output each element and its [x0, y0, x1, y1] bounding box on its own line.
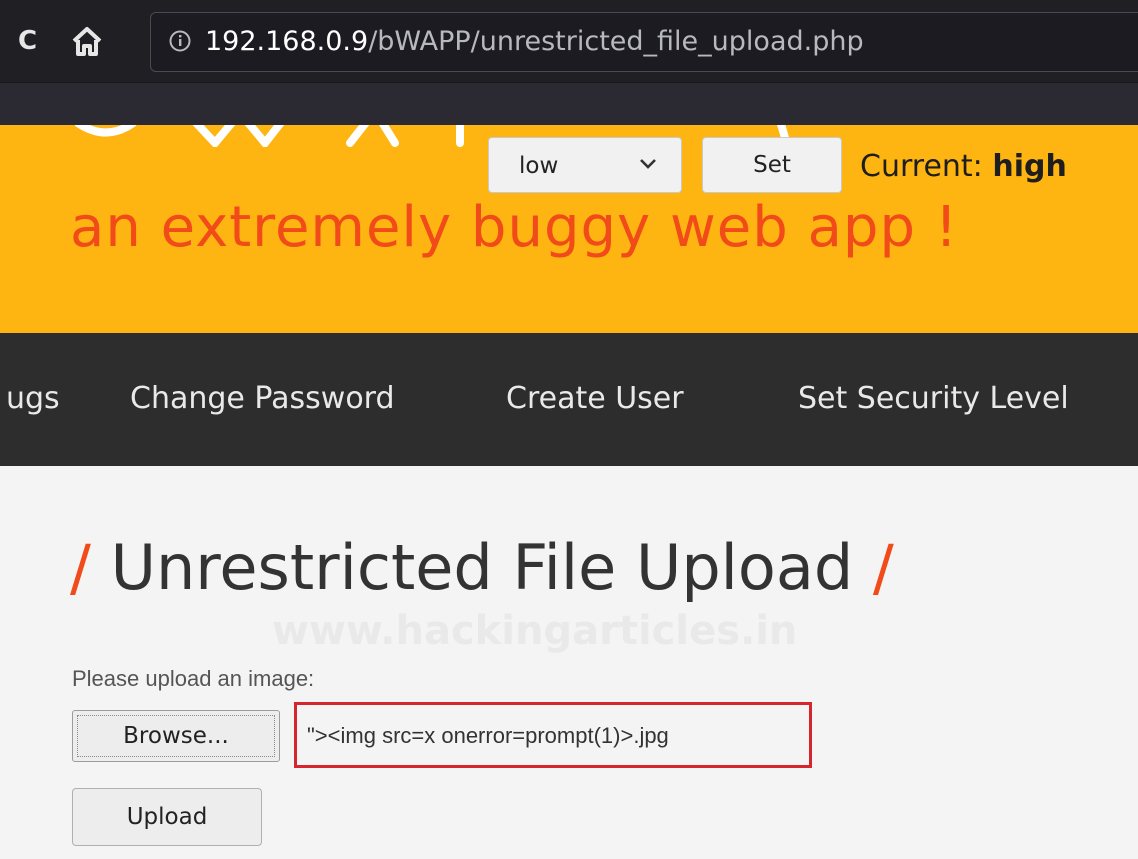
url-host: 192.168.0.9 [205, 26, 369, 57]
title-text: Unrestricted File Upload [110, 531, 854, 604]
site-header: low Set Current: high an extremely buggy… [0, 125, 1138, 333]
set-button[interactable]: Set [702, 137, 842, 193]
security-level-value: low [519, 153, 559, 179]
watermark: www.hackingarticles.in [272, 608, 798, 654]
nav-item-set-security-level[interactable]: Set Security Level [798, 381, 1069, 417]
title-slash-left: / [70, 531, 91, 604]
main-nav: ugs Change Password Create User Set Secu… [0, 333, 1138, 466]
nav-item-change-password[interactable]: Change Password [130, 381, 395, 417]
info-icon[interactable] [169, 30, 191, 52]
filename-highlight: "><img src=x onerror=prompt(1)>.jpg [294, 702, 812, 768]
upload-prompt: Please upload an image: [72, 666, 315, 691]
selected-filename: "><img src=x onerror=prompt(1)>.jpg [307, 723, 669, 748]
current-security-level: Current: high [860, 149, 1067, 184]
chevron-down-icon [640, 159, 656, 169]
browser-toolbar: C 192.168.0.9/bWAPP/unrestricted_file_up… [0, 0, 1138, 82]
browser-chrome: C 192.168.0.9/bWAPP/unrestricted_file_up… [0, 0, 1138, 126]
title-slash-right: / [872, 531, 894, 604]
home-icon[interactable] [70, 24, 104, 58]
current-level-value: high [992, 149, 1067, 184]
browse-button[interactable]: Browse... [72, 710, 280, 762]
upload-button[interactable]: Upload [72, 788, 262, 846]
address-bar[interactable]: 192.168.0.9/bWAPP/unrestricted_file_uplo… [150, 12, 1138, 72]
nav-item-bugs[interactable]: ugs [6, 381, 60, 417]
main-content: / Unrestricted File Upload / www.hacking… [0, 466, 1138, 859]
reload-icon[interactable]: C [18, 28, 44, 54]
nav-item-create-user[interactable]: Create User [506, 381, 684, 417]
page-title: / Unrestricted File Upload / [70, 528, 894, 608]
bookmarks-bar [0, 82, 1138, 126]
url-text: 192.168.0.9/bWAPP/unrestricted_file_uplo… [205, 27, 864, 57]
security-level-select[interactable]: low [488, 137, 682, 193]
url-path: /bWAPP/unrestricted_file_upload.php [368, 26, 864, 57]
tagline: an extremely buggy web app ! [70, 195, 959, 260]
focus-ring [77, 715, 275, 757]
current-label: Current: [860, 149, 983, 184]
